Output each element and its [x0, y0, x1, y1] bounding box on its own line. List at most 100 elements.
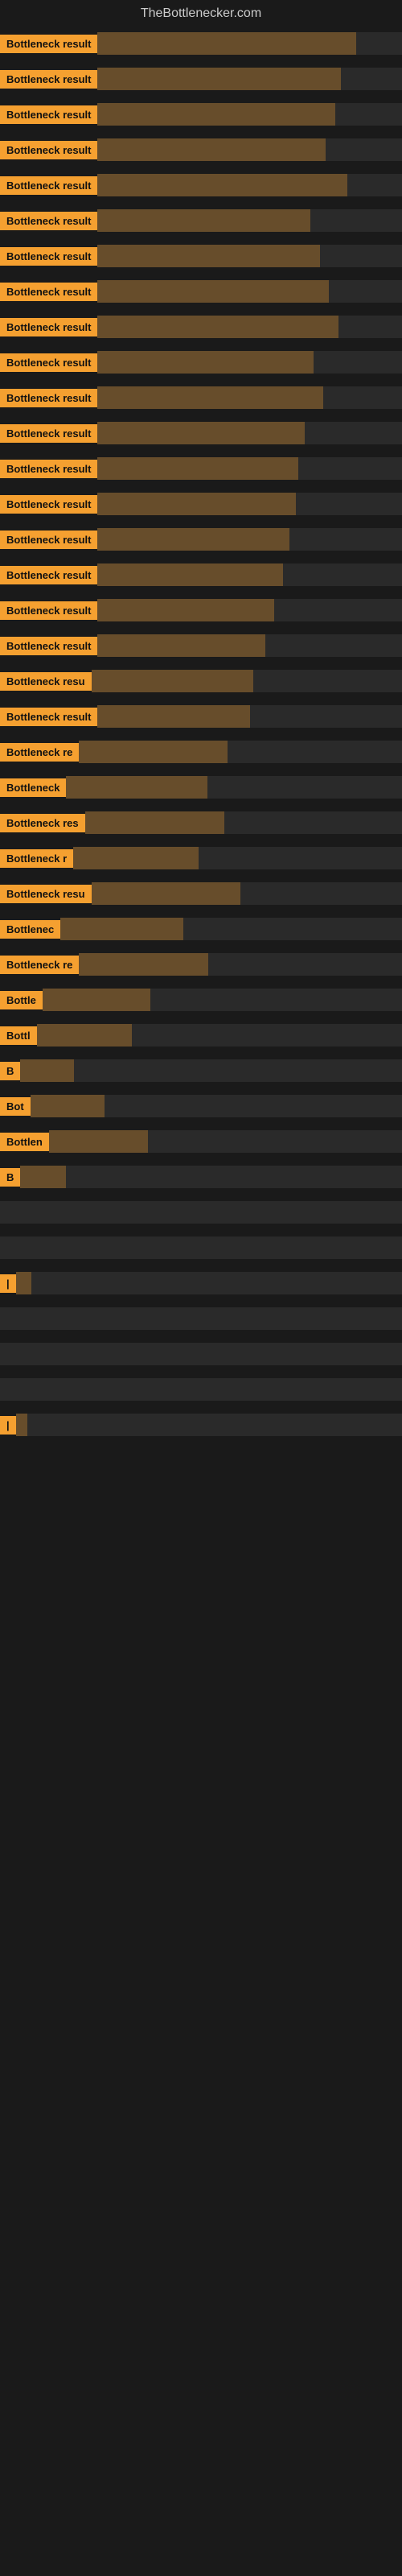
- list-item: Bottleneck result: [0, 346, 402, 382]
- bar-track: [92, 670, 402, 692]
- list-item: Bottleneck result: [0, 700, 402, 736]
- bar-fill: [97, 493, 295, 515]
- bar-fill: [97, 634, 265, 657]
- bar-fill: [66, 776, 207, 799]
- bar-track: [97, 634, 402, 657]
- bottleneck-label: Bottleneck result: [0, 637, 97, 655]
- list-item: Bottleneck result: [0, 169, 402, 204]
- bar-fill: [92, 670, 253, 692]
- bar-fill: [97, 705, 249, 728]
- bar-fill: [49, 1130, 148, 1153]
- bottleneck-label: Bottleneck result: [0, 708, 97, 726]
- list-item: Bottleneck result: [0, 630, 402, 665]
- list-item: B: [0, 1055, 402, 1090]
- bar-track: [97, 599, 402, 621]
- bar-fill: [97, 422, 304, 444]
- bar-track: [60, 918, 402, 940]
- bar-fill: [31, 1095, 105, 1117]
- bar-fill: [97, 457, 298, 480]
- bar-track: [0, 1378, 402, 1401]
- list-item: Bottleneck: [0, 771, 402, 807]
- list-item: [0, 1338, 402, 1373]
- list-item: Bottleneck result: [0, 488, 402, 523]
- bar-track: [0, 1343, 402, 1365]
- bar-fill: [20, 1059, 73, 1082]
- list-item: Bottleneck res: [0, 807, 402, 842]
- list-item: Bottleneck result: [0, 417, 402, 452]
- bar-track: [97, 32, 402, 55]
- bar-fill: [97, 174, 347, 196]
- bottleneck-list: Bottleneck result Bottleneck result Bottle…: [0, 27, 402, 1444]
- bar-track: [16, 1272, 402, 1294]
- list-item: [0, 1373, 402, 1409]
- list-item: Bottlenec: [0, 913, 402, 948]
- bar-track: [97, 422, 402, 444]
- bottleneck-label: Bottleneck result: [0, 353, 97, 372]
- bar-track: [79, 953, 402, 976]
- list-item: Bot: [0, 1090, 402, 1125]
- bottleneck-label: Bottl: [0, 1026, 37, 1045]
- list-item: Bottleneck result: [0, 311, 402, 346]
- bar-fill: [60, 918, 183, 940]
- list-item: Bottleneck result: [0, 559, 402, 594]
- bar-fill: [16, 1272, 31, 1294]
- list-item: [0, 1302, 402, 1338]
- bottleneck-label: Bottleneck result: [0, 176, 97, 195]
- bar-fill: [97, 209, 310, 232]
- bar-track: [43, 989, 402, 1011]
- list-item: Bottleneck result: [0, 27, 402, 63]
- bar-track: [97, 138, 402, 161]
- bar-track: [97, 351, 402, 374]
- bar-fill: [97, 386, 322, 409]
- site-title: TheBottlenecker.com: [0, 0, 402, 27]
- list-item: Bottleneck result: [0, 240, 402, 275]
- bottleneck-label: Bottleneck result: [0, 283, 97, 301]
- list-item: Bottleneck result: [0, 98, 402, 134]
- bar-track: [97, 103, 402, 126]
- bottleneck-label: Bottleneck result: [0, 601, 97, 620]
- bar-track: [97, 705, 402, 728]
- bar-fill: [43, 989, 150, 1011]
- bar-fill: [97, 351, 314, 374]
- bar-track: [97, 386, 402, 409]
- list-item: Bottleneck resu: [0, 665, 402, 700]
- bar-fill: [79, 741, 228, 763]
- list-item: Bottleneck re: [0, 948, 402, 984]
- bottleneck-label: B: [0, 1168, 20, 1187]
- bar-track: [79, 741, 402, 763]
- bottleneck-label: Bottleneck result: [0, 566, 97, 584]
- bar-track: [97, 209, 402, 232]
- bottleneck-label: Bottleneck result: [0, 35, 97, 53]
- list-item: B: [0, 1161, 402, 1196]
- bottleneck-label: |: [0, 1416, 16, 1435]
- list-item: [0, 1232, 402, 1267]
- bottleneck-label: Bottleneck result: [0, 105, 97, 124]
- bar-track: [20, 1059, 402, 1082]
- bottleneck-label: Bottleneck re: [0, 743, 79, 762]
- bar-fill: [73, 847, 198, 869]
- bottleneck-label: Bottleneck result: [0, 247, 97, 266]
- list-item: Bottle: [0, 984, 402, 1019]
- bar-fill: [97, 103, 334, 126]
- bar-track: [85, 811, 402, 834]
- bar-fill: [97, 564, 283, 586]
- bar-track: [0, 1236, 402, 1259]
- bar-fill: [97, 280, 329, 303]
- bar-track: [97, 316, 402, 338]
- bar-fill: [97, 245, 319, 267]
- bar-fill: [92, 882, 240, 905]
- bar-fill: [97, 599, 274, 621]
- list-item: Bottleneck re: [0, 736, 402, 771]
- list-item: Bottleneck result: [0, 63, 402, 98]
- bar-track: [92, 882, 402, 905]
- bar-fill: [97, 528, 289, 551]
- bottleneck-label: Bottleneck result: [0, 389, 97, 407]
- bar-track: [20, 1166, 402, 1188]
- bar-track: [97, 174, 402, 196]
- bar-track: [97, 280, 402, 303]
- list-item: Bottleneck result: [0, 594, 402, 630]
- bottleneck-label: Bottleneck result: [0, 70, 97, 89]
- bar-track: [97, 493, 402, 515]
- bar-track: [0, 1307, 402, 1330]
- bottleneck-label: |: [0, 1274, 16, 1293]
